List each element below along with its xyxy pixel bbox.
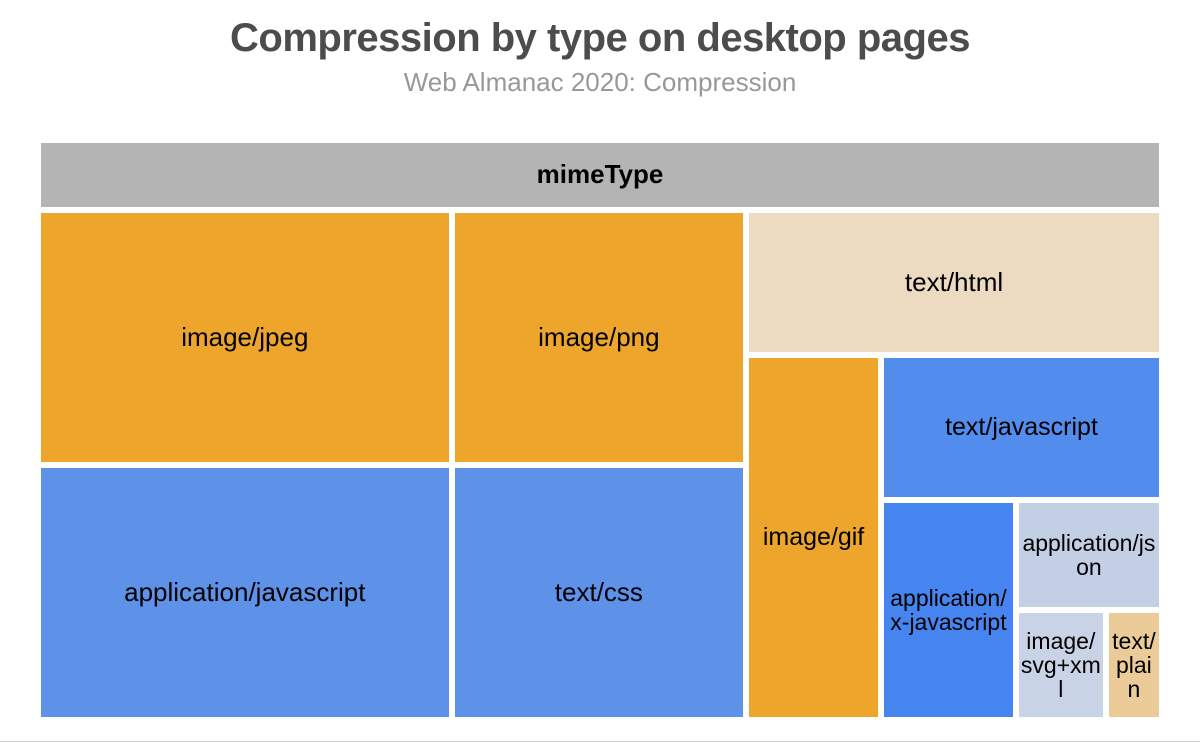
cell-label: image/jpeg: [179, 320, 310, 355]
treemap-cell-image-png: image/png: [452, 210, 746, 465]
cell-label: application/javascript: [122, 575, 367, 610]
treemap-header: mimeType: [38, 140, 1162, 210]
treemap-cell-text-css: text/css: [452, 465, 746, 720]
cell-label: application/x-javascript: [884, 584, 1013, 636]
treemap-cell-application-javascript: application/javascript: [38, 465, 452, 720]
treemap-cell-application-x-javascript: application/x-javascript: [881, 500, 1016, 720]
chart-subtitle: Web Almanac 2020: Compression: [0, 67, 1200, 98]
cell-label: text/html: [903, 265, 1005, 300]
treemap-cell-application-json: application/json: [1016, 500, 1162, 610]
cell-label: image/svg+xml: [1019, 627, 1103, 703]
cell-label: image/gif: [761, 521, 866, 554]
treemap: mimeType image/jpeg image/png applicatio…: [38, 140, 1162, 720]
treemap-header-label: mimeType: [535, 157, 666, 192]
cell-label: text/css: [553, 575, 645, 610]
cell-label: application/json: [1019, 529, 1159, 581]
treemap-cell-text-html: text/html: [746, 210, 1162, 355]
treemap-cell-image-gif: image/gif: [746, 355, 881, 720]
chart-title: Compression by type on desktop pages: [0, 0, 1200, 61]
cell-label: text/javascript: [943, 411, 1100, 444]
treemap-cell-text-javascript: text/javascript: [881, 355, 1162, 500]
chart-container: Compression by type on desktop pages Web…: [0, 0, 1200, 742]
treemap-cell-image-jpeg: image/jpeg: [38, 210, 452, 465]
treemap-cell-image-svg-xml: image/svg+xml: [1016, 610, 1106, 720]
cell-label: image/png: [536, 320, 661, 355]
treemap-cell-text-plain: text/plain: [1106, 610, 1162, 720]
cell-label: text/plain: [1109, 627, 1159, 703]
